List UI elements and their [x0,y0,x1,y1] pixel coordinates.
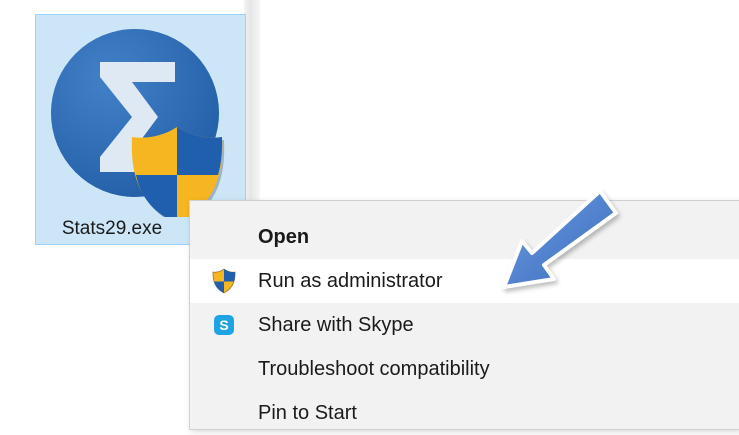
pointer-arrow-annotation [502,189,618,289]
menu-item-label: Share with Skype [258,313,414,336]
menu-item-label: Open [258,225,310,248]
menu-item-label: Run as administrator [258,269,443,292]
skype-icon: S [214,315,234,335]
menu-item-label: Troubleshoot compatibility [258,357,490,380]
sigma-app-icon [51,29,225,217]
menu-item-label: Pin to Start [258,401,357,424]
menu-item-share-with-skype[interactable]: S Share with Skype [190,303,739,347]
file-name-label: Stats29.exe [61,218,163,239]
desktop: Stats29.exe Open Run as administrator S … [0,0,739,430]
menu-item-troubleshoot-compatibility[interactable]: Troubleshoot compatibility [190,347,739,391]
menu-item-pin-to-start[interactable]: Pin to Start [190,391,739,435]
menu-item-open[interactable]: Open [190,215,739,259]
uac-shield-icon [212,268,236,294]
context-menu: Open Run as administrator S Share with S… [189,200,739,430]
menu-item-run-as-administrator[interactable]: Run as administrator [190,259,739,303]
